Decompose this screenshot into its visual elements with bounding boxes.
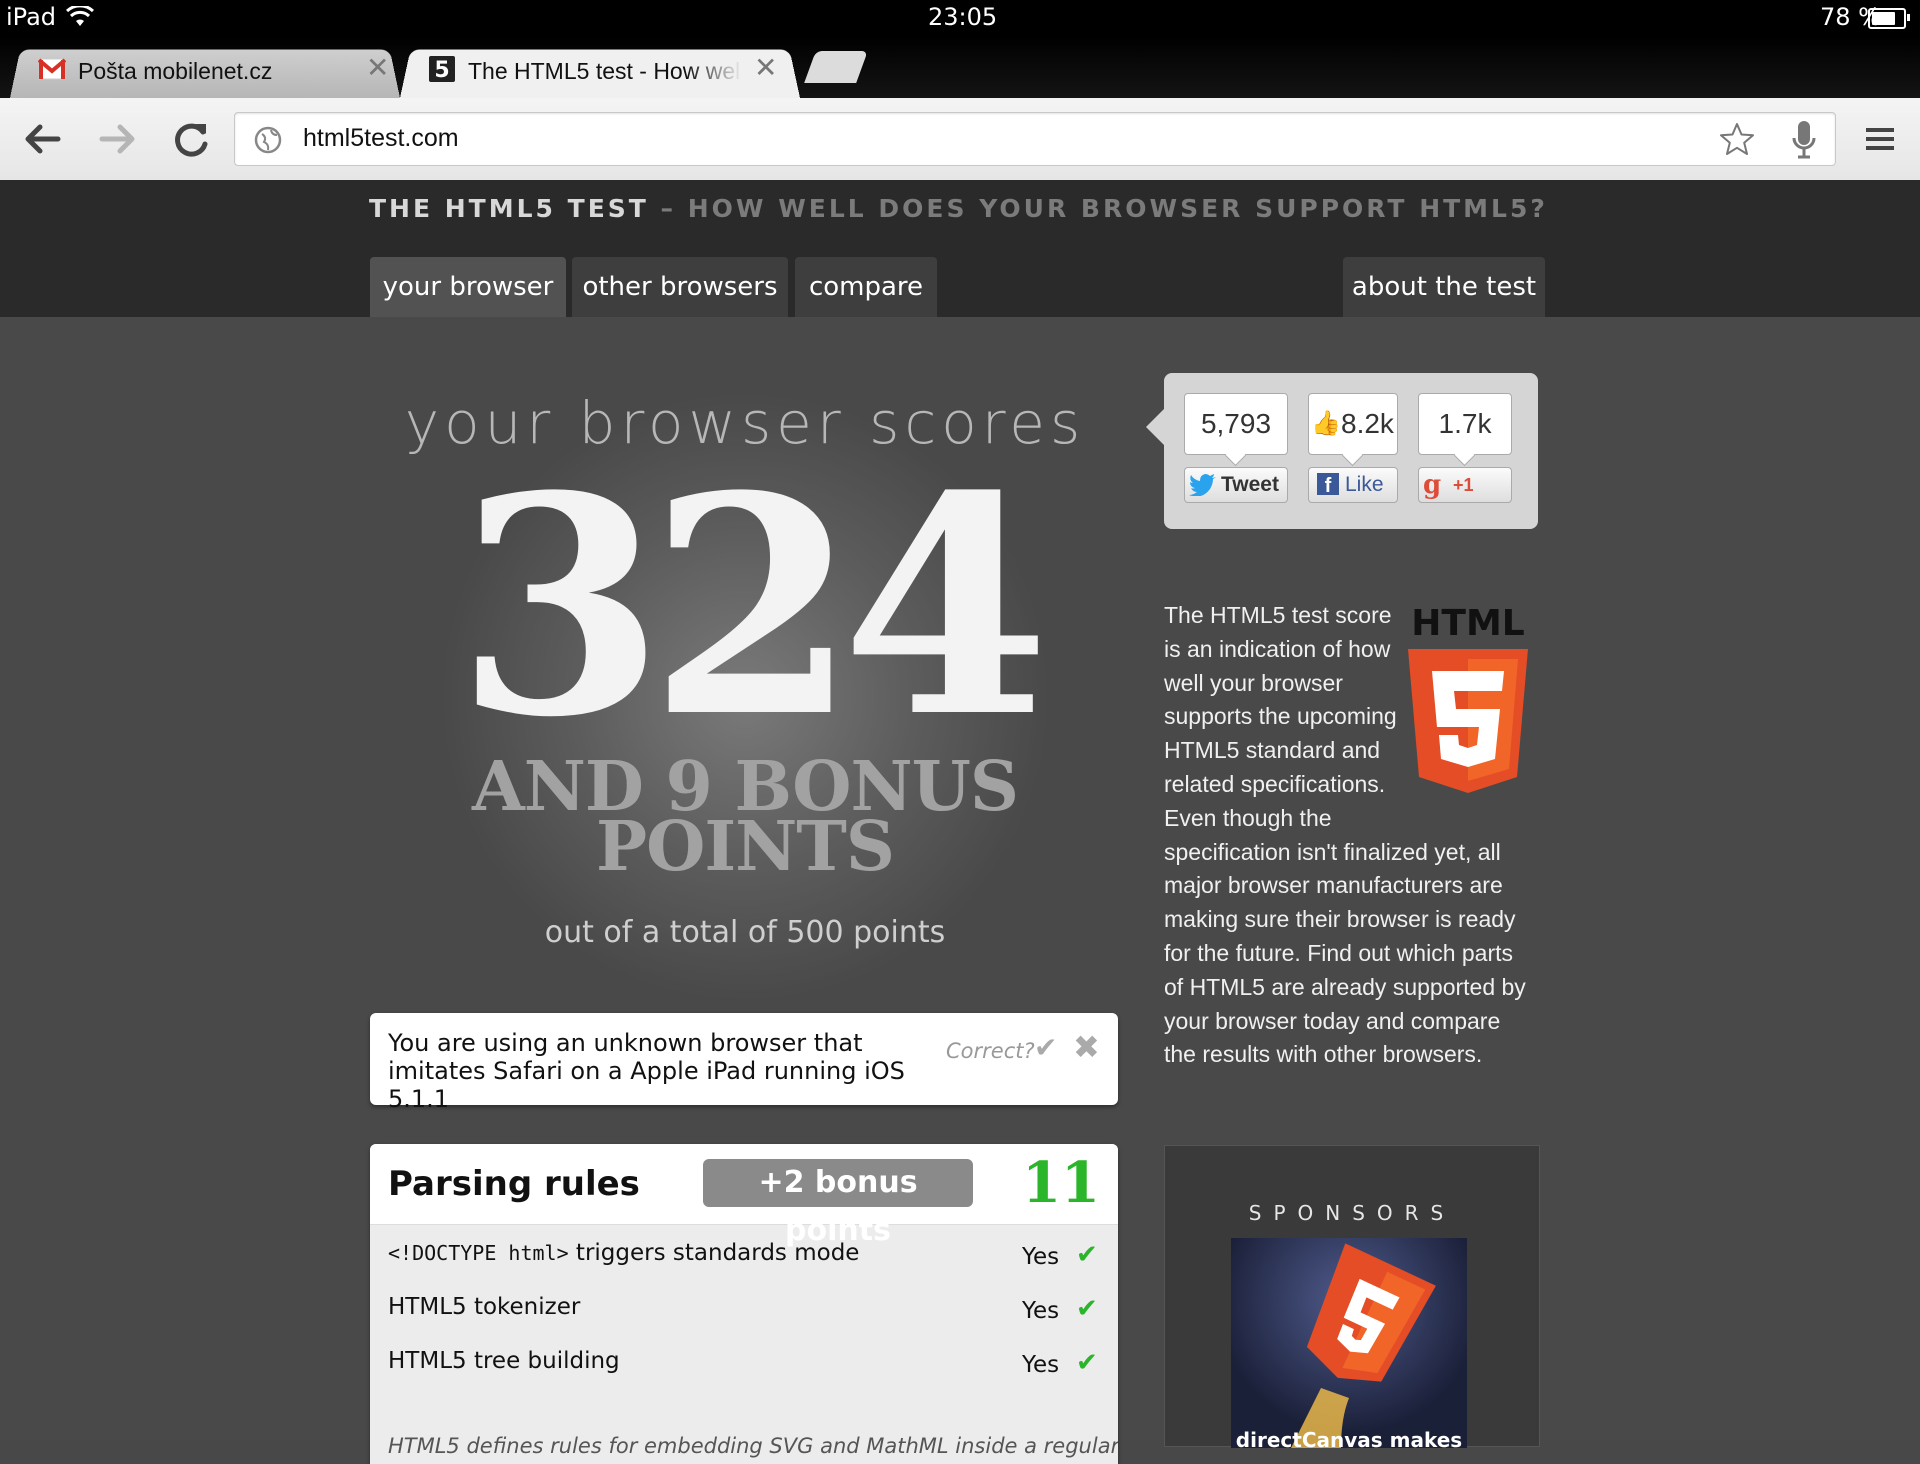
parsing-rules-section: Parsing rules +2 bonus points 11 <!DOCTY… (370, 1144, 1118, 1464)
main-content: your browser scores 324 AND 9 BONUS POIN… (0, 317, 1920, 1464)
section-header[interactable]: Parsing rules +2 bonus points 11 (370, 1144, 1118, 1248)
device-label: iPad (6, 3, 57, 31)
facebook-icon: f (1317, 473, 1339, 497)
url-text: html5test.com (303, 124, 459, 152)
bonus-points: AND 9 BONUS POINTS (471, 747, 1019, 887)
section-title: Parsing rules (388, 1164, 640, 1204)
reject-x-icon[interactable]: ✖ (1073, 1028, 1100, 1066)
twitter-icon (1189, 474, 1216, 496)
globe-icon (254, 126, 282, 154)
reload-icon[interactable] (168, 116, 216, 162)
section-note: HTML5 defines rules for embedding SVG an… (388, 1434, 1118, 1458)
detection-text: You are using an unknown browser that im… (388, 1029, 905, 1113)
google-plus-button[interactable]: g +1 (1418, 467, 1512, 503)
tab-html5test[interactable]: 5 The HTML5 test - How well does your br… (400, 44, 800, 98)
test-label: HTML5 tokenizer (388, 1294, 581, 1320)
check-icon: ✔ (1076, 1240, 1098, 1270)
total-score: 324 (455, 430, 1050, 783)
tab-title: The HTML5 test - How well does your brow… (468, 58, 742, 84)
sponsor-caption: directCanvas makes (1235, 1428, 1463, 1448)
check-icon: ✔ (1076, 1294, 1098, 1324)
sponsor-banner[interactable]: directCanvas makes (1231, 1238, 1467, 1448)
clock: 23:05 (928, 3, 998, 31)
result-text: Yes (1022, 1244, 1060, 1270)
test-label: HTML5 tree building (388, 1348, 620, 1374)
svg-text:5: 5 (434, 58, 449, 83)
wifi-icon (66, 6, 94, 26)
html5-logo: HTML (1408, 603, 1528, 793)
correct-question: Correct? (946, 1039, 1035, 1063)
description: HTML The HTML5 test score is an indicati… (1164, 599, 1538, 1072)
tab-gmail[interactable]: Pošta mobilenet.cz ✕ (10, 44, 400, 98)
nav-your-browser[interactable]: your browser (370, 257, 566, 317)
nav-about-the-test[interactable]: about the test (1343, 257, 1545, 317)
social-share-box: 5,793 👍 8.2k 1.7k Tweet f Like g +1 (1146, 373, 1538, 529)
browser-toolbar: html5test.com (0, 98, 1920, 181)
site-header: THE HTML5 TEST – HOW WELL DOES YOUR BROW… (0, 180, 1920, 317)
test-row: HTML5 tokenizer Yes ✔ (370, 1284, 1118, 1338)
nav-other-browsers[interactable]: other browsers (572, 257, 788, 317)
forward-icon[interactable] (94, 116, 142, 162)
status-bar: iPad 23:05 78 % (0, 0, 1920, 36)
sponsors-label: SPONSORS (1248, 1201, 1456, 1225)
result-text: Yes (1022, 1298, 1060, 1324)
tab-strip: Pošta mobilenet.cz ✕ 5 The HTML5 test - … (0, 36, 1920, 98)
tab-title: Pošta mobilenet.cz (78, 58, 273, 84)
bonus-badge: +2 bonus points (703, 1159, 973, 1248)
code-snippet: <!DOCTYPE html> (388, 1241, 569, 1265)
menu-icon[interactable] (1856, 116, 1904, 162)
svg-text:HTML: HTML (1411, 603, 1524, 644)
back-icon[interactable] (18, 116, 66, 162)
check-icon: ✔ (1076, 1348, 1098, 1378)
section-score: 11 (1022, 1150, 1100, 1216)
battery-icon (1868, 8, 1910, 29)
address-bar[interactable]: html5test.com (234, 112, 1836, 166)
test-row: <!DOCTYPE html> triggers standards mode … (388, 1240, 1098, 1270)
sponsors-box: SPONSORS directCanvas makes (1164, 1145, 1540, 1448)
star-icon[interactable] (1719, 122, 1755, 156)
mic-icon[interactable] (1791, 120, 1817, 160)
max-score-text: out of a total of 500 points (544, 915, 946, 950)
plus-count: 1.7k (1418, 393, 1512, 455)
thumbs-up-icon: 👍 (1311, 410, 1341, 437)
browser-detection-box: You are using an unknown browser that im… (370, 1013, 1118, 1113)
test-row: HTML5 tree building Yes ✔ (370, 1338, 1118, 1392)
html5-favicon: 5 (429, 56, 455, 83)
site-title[interactable]: THE HTML5 TEST – HOW WELL DOES YOUR BROW… (369, 194, 1548, 223)
result-text: Yes (1022, 1352, 1060, 1378)
like-count: 👍 8.2k (1308, 393, 1398, 455)
tweet-count: 5,793 (1184, 393, 1288, 455)
google-icon: g (1423, 470, 1442, 500)
tab-close-button[interactable]: ✕ (366, 54, 389, 82)
like-button[interactable]: f Like (1308, 467, 1398, 503)
nav-compare[interactable]: compare (795, 257, 937, 317)
tweet-button[interactable]: Tweet (1184, 467, 1288, 503)
tab-close-button[interactable]: ✕ (754, 54, 777, 82)
gmail-icon (38, 58, 66, 80)
confirm-check-icon[interactable]: ✔ (1034, 1031, 1057, 1064)
rocket-shield-image (1291, 1243, 1436, 1448)
